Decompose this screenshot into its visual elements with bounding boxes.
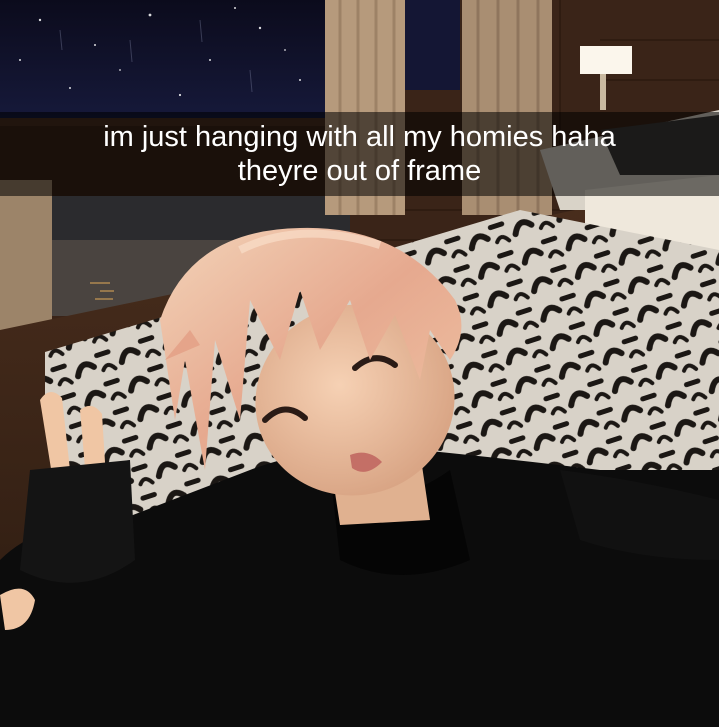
night-window — [0, 0, 330, 118]
snap-caption-bar: im just hanging with all my homies haha … — [0, 112, 719, 196]
caption-line-1: im just hanging with all my homies haha — [103, 121, 616, 153]
vr-selfie-scene: im just hanging with all my homies haha … — [0, 0, 719, 727]
caption-line-2: theyre out of frame — [237, 155, 482, 187]
scene-illustration — [0, 0, 719, 727]
